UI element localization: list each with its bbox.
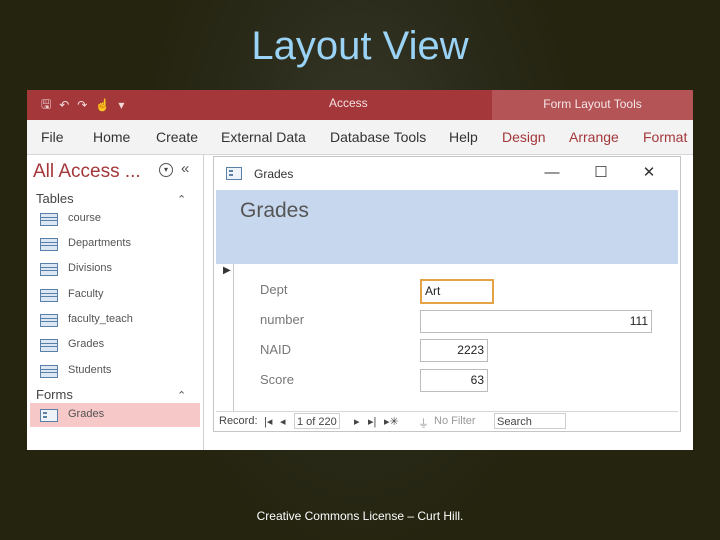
close-icon[interactable]: ✕	[639, 163, 659, 183]
no-filter-button[interactable]: No Filter	[434, 415, 476, 427]
record-navigation-bar: Record: |◂ ◂ 1 of 220 ▸ ▸| ▸✳ ⏚ No Filte…	[216, 411, 678, 431]
nav-item-divisions[interactable]: Divisions	[30, 257, 200, 281]
slide-footer: Creative Commons License – Curt Hill.	[256, 509, 464, 523]
form-header: Grades	[216, 190, 678, 264]
nav-item-course[interactable]: course	[30, 207, 200, 231]
tab-create[interactable]: Create	[156, 129, 198, 145]
access-window: 🖫 ↶ ↷ ☝ ▾ Access Form Layout Tools File …	[27, 90, 693, 450]
slide-title: Layout View	[251, 24, 469, 68]
maximize-icon[interactable]: ☐	[591, 163, 611, 183]
nav-item-faculty-teach[interactable]: faculty_teach	[30, 308, 200, 332]
context-tab-title: Form Layout Tools	[543, 97, 642, 111]
tab-design[interactable]: Design	[502, 129, 546, 145]
field-label-number[interactable]: number	[260, 312, 304, 327]
dept-field[interactable]: Art	[420, 279, 494, 304]
nav-item-label: faculty_teach	[68, 313, 133, 325]
new-record-icon[interactable]: ▸✳	[384, 415, 399, 428]
naid-field[interactable]: 2223	[420, 339, 488, 362]
collapse-pane-icon[interactable]: «	[181, 160, 189, 177]
customize-qat-icon[interactable]: ▾	[118, 98, 124, 112]
score-field[interactable]: 63	[420, 369, 488, 392]
tab-arrange[interactable]: Arrange	[569, 129, 619, 145]
touch-mode-icon[interactable]: ☝	[95, 98, 110, 112]
nav-item-label: Faculty	[68, 288, 104, 300]
context-tab-group: Form Layout Tools	[492, 90, 693, 120]
ribbon-tabs: File Home Create External Data Database …	[27, 120, 693, 155]
last-record-icon[interactable]: ▸|	[368, 415, 376, 428]
number-field[interactable]: 111	[420, 310, 652, 333]
nav-item-label: course	[68, 212, 102, 224]
collapse-group-icon[interactable]: ⌃	[177, 193, 186, 206]
minimize-icon[interactable]: —	[542, 163, 562, 183]
form-title[interactable]: Grades	[240, 199, 309, 223]
table-icon	[40, 339, 58, 352]
nav-item-departments[interactable]: Departments	[30, 232, 200, 256]
form-icon	[40, 409, 58, 422]
nav-item-label: Students	[68, 364, 112, 376]
table-icon	[40, 213, 58, 226]
record-label: Record:	[219, 415, 258, 427]
record-selector[interactable]: ▶	[216, 264, 234, 412]
nav-item-grades-form[interactable]: Grades	[30, 403, 200, 427]
field-label-naid[interactable]: NAID	[260, 342, 291, 357]
nav-item-label: Departments	[68, 237, 131, 249]
redo-icon[interactable]: ↷	[77, 98, 87, 112]
table-icon	[40, 365, 58, 378]
app-title: Access	[329, 96, 368, 110]
nav-item-students[interactable]: Students	[30, 359, 200, 383]
group-header-tables[interactable]: Tables	[36, 191, 74, 206]
title-bar: 🖫 ↶ ↷ ☝ ▾ Access Form Layout Tools	[27, 90, 693, 120]
field-label-dept[interactable]: Dept	[260, 282, 287, 297]
previous-record-icon[interactable]: ◂	[280, 415, 286, 428]
quick-access-toolbar: 🖫 ↶ ↷ ☝ ▾	[41, 96, 124, 114]
next-record-icon[interactable]: ▸	[354, 415, 360, 428]
first-record-icon[interactable]: |◂	[264, 415, 272, 428]
current-record-input[interactable]: 1 of 220	[294, 413, 340, 429]
document-tab: Grades — ☐ ✕	[214, 157, 680, 189]
nav-item-grades-table[interactable]: Grades	[30, 333, 200, 357]
table-icon	[40, 314, 58, 327]
record-pointer-icon: ▶	[223, 265, 231, 276]
filter-icon: ⏚	[418, 418, 429, 430]
tab-format[interactable]: Format	[643, 129, 687, 145]
table-icon	[40, 263, 58, 276]
nav-item-faculty[interactable]: Faculty	[30, 283, 200, 307]
field-label-score[interactable]: Score	[260, 372, 294, 387]
navigation-pane: All Access ... ▾ « Tables ⌃ course Depar…	[27, 155, 204, 450]
tab-database-tools[interactable]: Database Tools	[330, 129, 426, 145]
tab-external-data[interactable]: External Data	[221, 129, 306, 145]
nav-pane-header[interactable]: All Access ...	[33, 161, 141, 183]
nav-item-label: Grades	[68, 408, 105, 420]
document-title: Grades	[254, 167, 294, 181]
tab-home[interactable]: Home	[93, 129, 130, 145]
collapse-group-icon[interactable]: ⌃	[177, 389, 186, 402]
nav-item-label: Divisions	[68, 262, 113, 274]
form-icon	[226, 167, 242, 180]
table-icon	[40, 238, 58, 251]
group-header-forms[interactable]: Forms	[36, 387, 73, 402]
save-icon[interactable]: 🖫	[41, 95, 51, 116]
search-input[interactable]: Search	[494, 413, 566, 429]
tab-file[interactable]: File	[41, 129, 64, 145]
nav-item-label: Grades	[68, 338, 105, 350]
table-icon	[40, 289, 58, 302]
tab-help[interactable]: Help	[449, 129, 478, 145]
undo-icon[interactable]: ↶	[59, 98, 69, 112]
chevron-down-icon[interactable]: ▾	[159, 163, 173, 177]
form-document-window: Grades — ☐ ✕ Grades ▶ Dept Art number 11…	[213, 156, 681, 432]
